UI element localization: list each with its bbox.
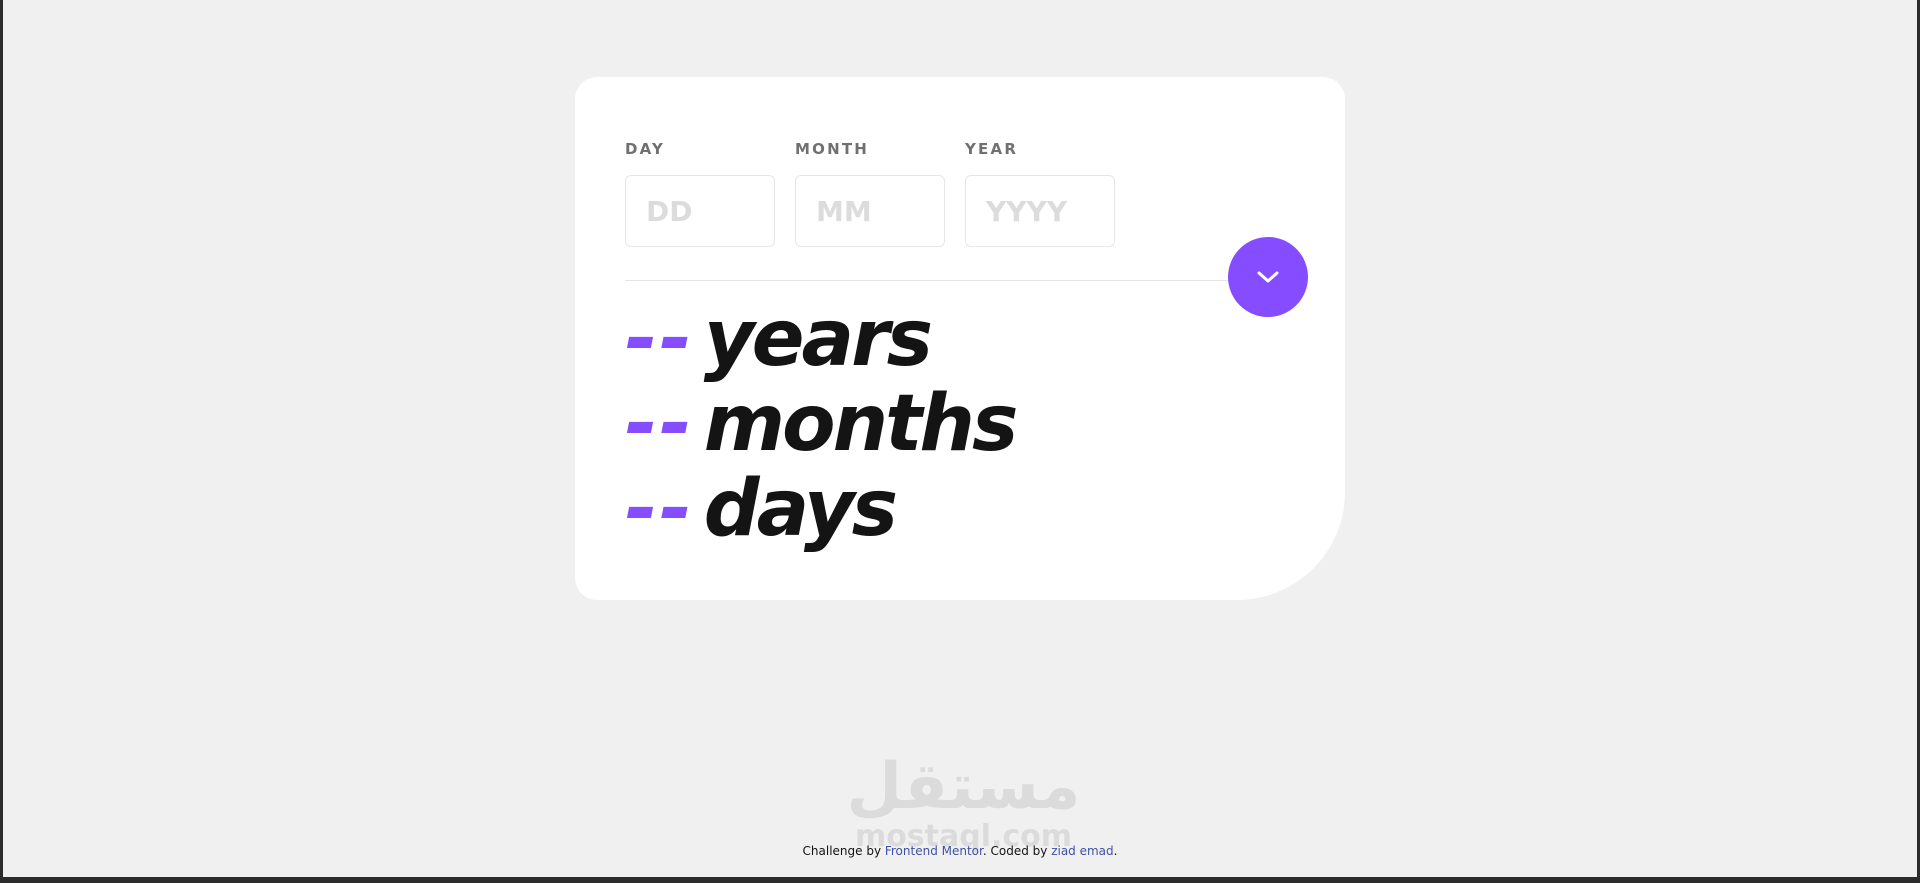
months-value: -- (625, 379, 694, 469)
month-input[interactable] (795, 175, 945, 247)
divider (625, 280, 1255, 281)
days-result: -- days (625, 467, 1015, 552)
years-unit: years (703, 294, 933, 384)
author-link[interactable]: ziad emad (1051, 844, 1113, 858)
day-field: DAY (625, 139, 775, 247)
footer-middle: . Coded by (982, 844, 1052, 858)
months-unit: months (703, 379, 1019, 469)
month-label: MONTH (795, 140, 870, 158)
days-unit: days (703, 464, 898, 554)
year-input[interactable] (965, 175, 1115, 247)
footer-suffix: . (1113, 844, 1118, 858)
month-field: MONTH (795, 139, 945, 247)
chevron-down-icon (1257, 271, 1279, 283)
year-label: YEAR (965, 140, 1019, 158)
calculate-button[interactable] (1228, 237, 1308, 317)
frontend-mentor-link[interactable]: Frontend Mentor (885, 844, 983, 858)
attribution-footer: Challenge by Frontend Mentor. Coded by z… (3, 844, 1917, 858)
age-calculator-card: DAY MONTH YEAR --years --months --d (575, 77, 1345, 600)
day-input[interactable] (625, 175, 775, 247)
page-background: DAY MONTH YEAR --years --months --d (3, 0, 1917, 877)
days-value: -- (625, 464, 694, 554)
results: -- years -- months -- days (625, 297, 1019, 552)
months-result: -- months (625, 379, 1019, 469)
watermark-arabic-text: مستقل (846, 750, 1081, 824)
year-field: YEAR (965, 139, 1115, 247)
years-result: -- years (625, 297, 1015, 382)
footer-prefix: Challenge by (802, 844, 885, 858)
years-value: -- (625, 294, 694, 384)
day-label: DAY (625, 140, 666, 158)
